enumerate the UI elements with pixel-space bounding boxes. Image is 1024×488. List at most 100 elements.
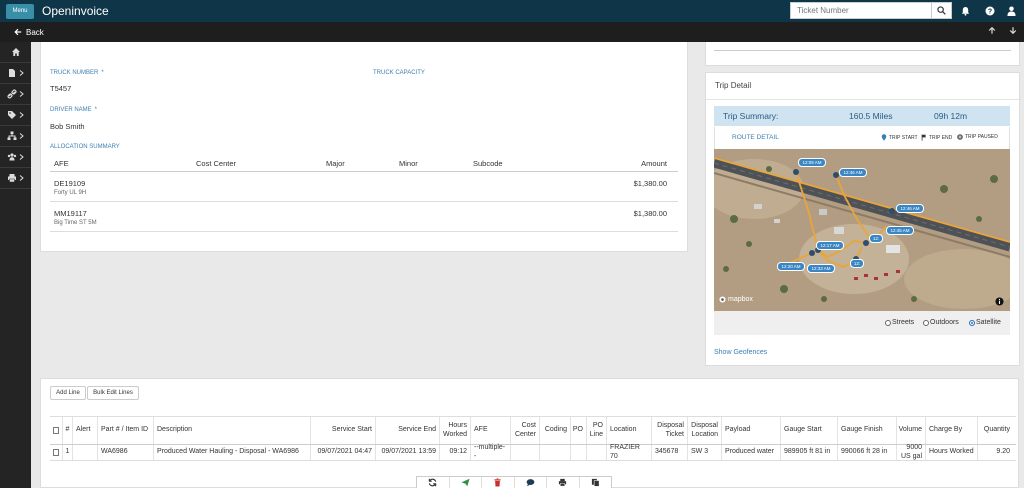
refresh-button[interactable] [417,477,450,488]
route-detail-link[interactable]: ROUTE DETAIL [732,134,779,141]
cell-service-start: 09/07/2021 04:47 [310,445,375,460]
cell-po-line [586,445,606,460]
mapbox-icon [719,296,726,303]
radio-satellite[interactable] [969,319,975,326]
driver-name-label: DRIVER NAME * [50,107,98,113]
link-icon [7,89,17,99]
cell-hours-worked: 09:12 [439,445,470,460]
col-major: Major [326,159,345,168]
sidebar-item-print[interactable] [0,168,31,189]
sidebar-item-home[interactable] [0,42,31,63]
home-icon [11,48,20,56]
sidebar-item-documents[interactable] [0,63,31,84]
back-button[interactable]: Back [14,28,44,37]
search-icon [937,6,946,15]
top-navbar: Menu Openinvoice ? [0,0,1024,22]
help-icon[interactable]: ? [983,4,997,18]
cell-payload: Produced water [721,445,780,460]
col-coding: Coding [539,417,570,444]
col-location: Location [606,417,651,444]
col-subcode: Subcode [473,159,503,168]
info-icon[interactable] [995,297,1004,308]
col-amount: Amount [641,159,667,168]
trip-summary-label: Trip Summary: [723,111,779,121]
map-time-label: 12: [869,234,883,243]
legend-trip-end: TRIP END [921,134,952,141]
col-charge-by: Charge By [925,417,977,444]
allocation-summary-label: ALLOCATION SUMMARY [50,144,120,150]
cell-disposal-location: SW 3 [687,445,721,460]
col-gauge-start: Gauge Start [780,417,837,444]
sidebar-item-organization[interactable] [0,126,31,147]
map-time-label: 12: [850,259,864,268]
delete-button[interactable] [482,477,515,488]
truck-capacity-label: TRUCK CAPACITY [373,70,425,76]
line-items-panel: Add Line Bulk Edit Lines # Alert Part # … [40,378,1019,488]
legend-trip-paused: TRIP PAUSED [957,134,998,140]
show-geofences-link[interactable]: Show Geofences [714,349,767,356]
select-all-checkbox[interactable] [50,417,62,444]
cell-part: WA6986 [97,445,153,460]
line-items-header: # Alert Part # / Item ID Description Ser… [50,416,1016,445]
cell-charge-by: Hours Worked [925,445,977,460]
arrow-left-icon [14,28,22,36]
flag-icon [921,134,927,141]
cell-description: Produced Water Hauling - Disposal - WA69… [153,445,310,460]
trip-detail-title: Trip Detail [715,81,752,90]
add-line-button[interactable]: Add Line [50,386,86,400]
user-icon[interactable] [1004,4,1018,18]
map-style-controls: Streets Outdoors Satellite [714,311,1010,335]
col-hours-worked: Hours Worked [439,417,470,444]
send-button[interactable] [450,477,482,488]
print-icon [559,478,567,487]
allocation-amount: $1,380.00 [633,209,667,218]
copy-button[interactable] [580,477,612,488]
col-description: Description [153,417,310,444]
row-checkbox[interactable] [50,445,62,460]
right-panel-top [705,42,1020,66]
table-row[interactable]: 1 WA6986 Produced Water Hauling - Dispos… [50,444,1016,461]
cell-coding [539,445,570,460]
copy-icon [591,478,600,487]
map-style-satellite[interactable]: Satellite [969,319,1001,326]
driver-name-value: Bob Smith [50,122,85,131]
search-button[interactable] [931,3,951,18]
afe-code: MM19117 [54,209,87,218]
menu-button[interactable]: Menu [6,3,34,19]
bulk-edit-lines-button[interactable]: Bulk Edit Lines [87,386,139,400]
tag-icon [8,111,16,119]
radio-streets[interactable] [885,319,891,326]
pause-icon [957,134,963,140]
afe-name: Forty UL 9H [54,190,87,196]
col-gauge-finish: Gauge Finish [837,417,896,444]
sidebar-item-users[interactable] [0,147,31,168]
cell-po [570,445,586,460]
col-service-end: Service End [375,417,439,444]
print-button[interactable] [547,477,580,488]
cell-location: FRAZIER 70 [606,444,651,460]
trash-icon [494,478,501,487]
cell-quantity: 9.20 [977,445,1013,460]
arrow-up-icon[interactable] [988,26,996,38]
sidebar-item-tags[interactable] [0,105,31,126]
col-afe: AFE [470,417,510,444]
trip-map[interactable]: 12:09 AM 12:46 AM 12:46 AM 12:45 AM 12:1… [714,149,1010,311]
map-pin-icon [881,134,887,141]
ticket-number-input[interactable] [791,3,931,18]
radio-outdoors[interactable] [923,319,929,326]
chevron-right-icon [19,91,24,97]
col-cost-center: Cost Center [196,159,237,168]
col-quantity: Quantity [977,417,1013,444]
map-style-streets[interactable]: Streets [885,319,914,326]
refresh-icon [429,478,437,487]
comment-button[interactable] [515,477,547,488]
bell-icon[interactable] [958,4,972,18]
map-style-outdoors[interactable]: Outdoors [923,319,959,326]
trip-distance: 160.5 Miles [849,111,893,121]
cell-gauge-start: 989905 ft 81 in [780,445,837,460]
col-alert: Alert [72,417,97,444]
arrow-down-icon[interactable] [1009,26,1017,38]
map-time-label: 12:46 AM [896,204,924,213]
sidebar-item-links[interactable] [0,84,31,105]
map-time-label: 12:46 AM [839,168,867,177]
